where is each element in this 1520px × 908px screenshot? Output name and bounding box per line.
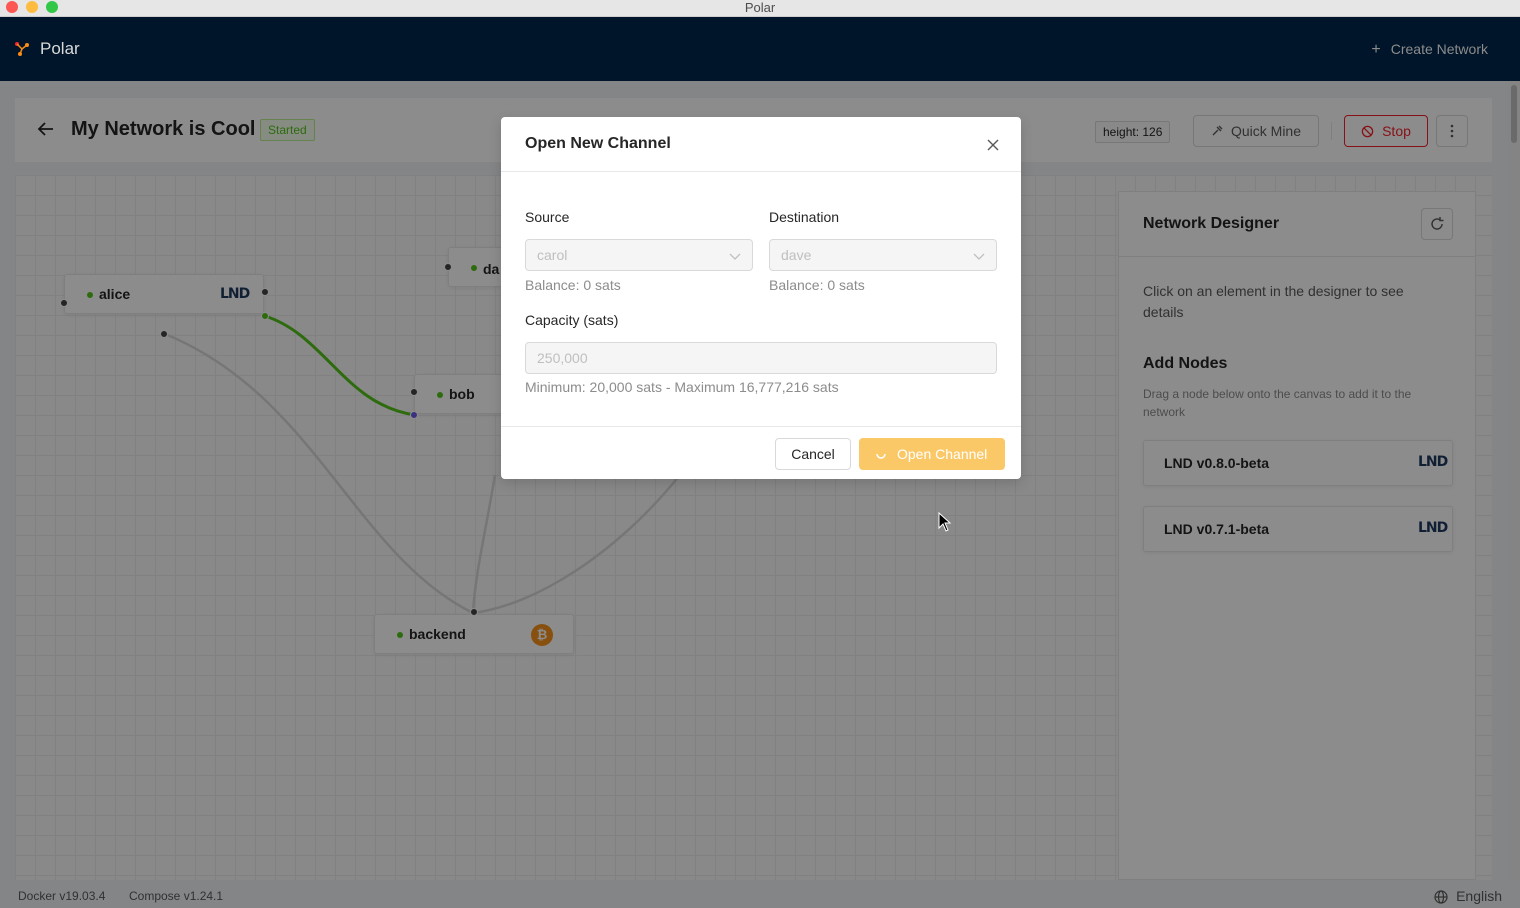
destination-balance: Balance: 0 sats: [769, 277, 865, 293]
source-balance: Balance: 0 sats: [525, 277, 621, 293]
capacity-input[interactable]: 250,000: [525, 342, 997, 374]
modal-title: Open New Channel: [525, 135, 671, 152]
open-channel-modal: Open New Channel Source carol Balance: 0…: [501, 117, 1021, 479]
source-value: carol: [537, 247, 568, 263]
source-select[interactable]: carol: [525, 239, 753, 271]
destination-value: dave: [781, 247, 812, 263]
create-network-button[interactable]: + Create Network: [1371, 41, 1488, 59]
open-channel-button[interactable]: Open Channel: [859, 438, 1005, 470]
polar-logo-icon: [15, 42, 29, 56]
cancel-button[interactable]: Cancel: [775, 438, 851, 470]
loading-spinner-icon: [876, 453, 886, 459]
capacity-value: 250,000: [537, 350, 588, 366]
source-label: Source: [525, 209, 570, 225]
modal-footer-divider: [501, 426, 1021, 427]
plus-icon: +: [1371, 41, 1381, 58]
modal-header-divider: [501, 171, 1021, 172]
open-channel-label: Open Channel: [897, 446, 988, 462]
capacity-help-text: Minimum: 20,000 sats - Maximum 16,777,21…: [525, 379, 839, 395]
chevron-down-icon: [973, 253, 985, 260]
window-title: Polar: [744, 0, 776, 15]
window-titlebar: Polar: [0, 0, 1520, 17]
create-network-label: Create Network: [1390, 41, 1488, 57]
destination-label: Destination: [769, 209, 840, 225]
app-header: Polar + Create Network: [0, 17, 1520, 81]
capacity-label: Capacity (sats): [525, 312, 619, 328]
app-name: Polar: [40, 39, 80, 58]
mouse-cursor-icon: [938, 512, 952, 532]
close-icon[interactable]: [985, 137, 1001, 153]
destination-select[interactable]: dave: [769, 239, 997, 271]
chevron-down-icon: [729, 253, 741, 260]
